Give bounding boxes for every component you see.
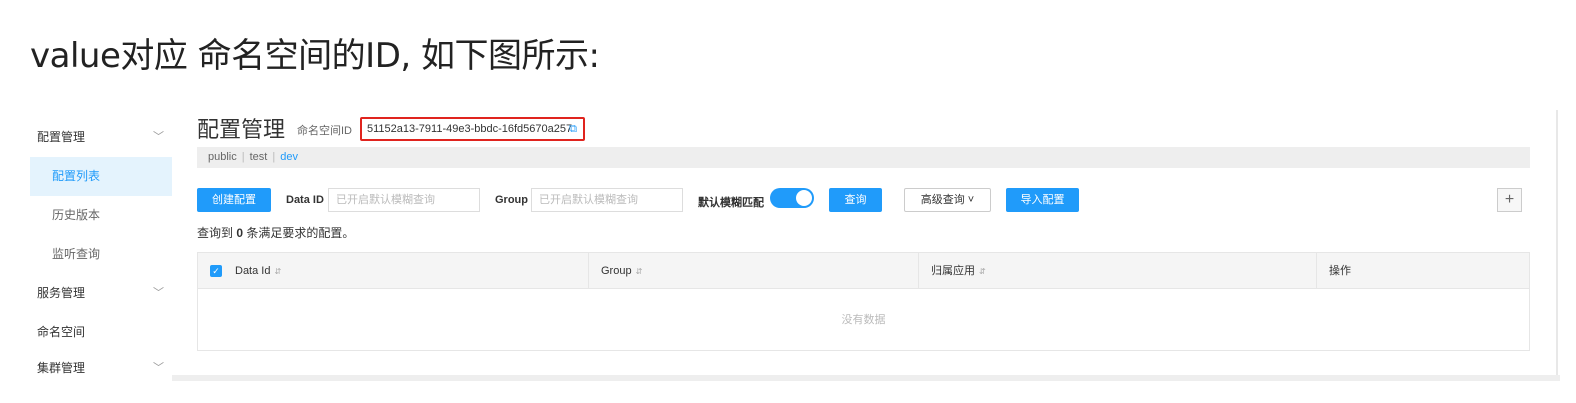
data-id-label: Data ID [286, 194, 324, 206]
sort-icon[interactable]: ⇵ [274, 267, 281, 276]
column-data-id[interactable]: Data Id ⇵ [235, 253, 281, 289]
result-summary: 查询到 0 条满足要求的配置。 [197, 224, 354, 241]
copy-icon[interactable]: ⧉ [569, 119, 577, 139]
column-group[interactable]: Group ⇵ [588, 253, 642, 289]
sidebar-item-label: 服务管理 [37, 286, 86, 300]
sidebar-item-label: 监听查询 [52, 247, 101, 261]
result-suffix: 条满足要求的配置。 [246, 226, 355, 240]
advanced-query-dropdown[interactable]: 高级查询 ˅ [904, 188, 991, 212]
tab-separator: | [241, 151, 245, 163]
tab-dev[interactable]: dev [280, 151, 298, 163]
column-label: Data Id [235, 265, 271, 277]
main-panel: 配置管理 命名空间ID 51152a13-7911-49e3-bbdc-16fd… [197, 110, 1537, 380]
chevron-down-icon: ﹀ [153, 131, 164, 143]
sidebar-item-label: 命名空间 [37, 325, 86, 339]
sidebar-item-namespace[interactable]: 命名空间 [30, 313, 172, 352]
page-heading: value对应 命名空间的ID, 如下图所示: [30, 36, 600, 76]
sidebar-item-config-management[interactable]: 配置管理 ﹀ [30, 118, 172, 157]
create-config-button[interactable]: 创建配置 [197, 188, 271, 212]
column-label: Group [601, 265, 632, 277]
sidebar-item-label: 历史版本 [52, 208, 101, 222]
result-prefix: 查询到 [197, 226, 234, 240]
column-actions: 操作 [1316, 253, 1351, 289]
tab-separator: | [272, 151, 276, 163]
sidebar: 配置管理 ﹀ 配置列表 历史版本 监听查询 服务管理 ﹀ 命名空间 集群管理 ﹀ [30, 110, 172, 380]
data-id-input[interactable]: 已开启默认模糊查询 [328, 188, 480, 212]
add-icon[interactable]: + [1497, 188, 1522, 212]
empty-state: 没有数据 [841, 314, 886, 326]
select-all-checkbox[interactable]: ✓ [210, 265, 222, 277]
result-count: 0 [236, 226, 244, 240]
sidebar-item-label: 配置列表 [52, 169, 101, 183]
fuzzy-match-toggle[interactable] [770, 188, 814, 208]
page-title: 配置管理 [197, 118, 286, 143]
import-config-button[interactable]: 导入配置 [1006, 188, 1079, 212]
horizontal-scrollbar[interactable] [172, 375, 1560, 381]
table-header: ✓ Data Id ⇵ Group ⇵ 归属应用 ⇵ 操作 [198, 253, 1529, 289]
chevron-down-icon: ﹀ [153, 287, 164, 299]
namespace-id-label: 命名空间ID [297, 125, 352, 137]
query-button[interactable]: 查询 [829, 188, 882, 212]
tab-public[interactable]: public [208, 151, 237, 163]
sidebar-item-cluster-management[interactable]: 集群管理 ﹀ [30, 352, 172, 380]
column-label: 操作 [1329, 265, 1351, 277]
sidebar-item-label: 集群管理 [37, 361, 86, 375]
group-label: Group [495, 194, 528, 206]
column-label: 归属应用 [931, 265, 975, 277]
sort-icon[interactable]: ⇵ [636, 267, 643, 276]
right-border [1556, 110, 1558, 380]
namespace-id-value: 51152a13-7911-49e3-bbdc-16fd5670a257 ⧉ [360, 117, 585, 141]
toggle-knob [796, 190, 812, 206]
sidebar-item-service-management[interactable]: 服务管理 ﹀ [30, 274, 172, 313]
namespace-id-text: 51152a13-7911-49e3-bbdc-16fd5670a257 [367, 123, 573, 135]
fuzzy-match-label: 默认模糊匹配 [698, 197, 764, 209]
group-input[interactable]: 已开启默认模糊查询 [531, 188, 683, 212]
sidebar-item-label: 配置管理 [37, 130, 86, 144]
tab-test[interactable]: test [250, 151, 268, 163]
sidebar-item-listener-query[interactable]: 监听查询 [30, 235, 172, 274]
column-app[interactable]: 归属应用 ⇵ [918, 253, 986, 289]
namespace-tabs: public | test | dev [197, 147, 1530, 168]
sidebar-item-history[interactable]: 历史版本 [30, 196, 172, 235]
nacos-screenshot: 配置管理 ﹀ 配置列表 历史版本 监听查询 服务管理 ﹀ 命名空间 集群管理 ﹀… [0, 110, 1576, 403]
chevron-down-icon: ﹀ [153, 362, 164, 374]
sort-icon[interactable]: ⇵ [979, 267, 986, 276]
config-table: ✓ Data Id ⇵ Group ⇵ 归属应用 ⇵ 操作 没有数据 [197, 252, 1530, 351]
sidebar-item-config-list[interactable]: 配置列表 [30, 157, 172, 196]
